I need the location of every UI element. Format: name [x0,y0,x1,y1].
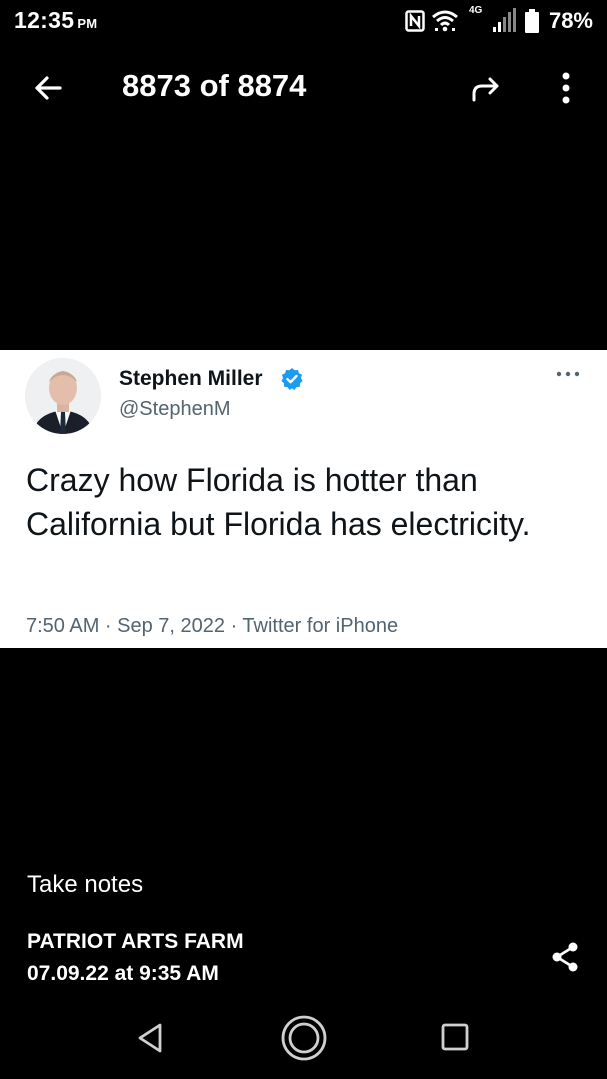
tweet-text: Crazy how Florida is hotter than Califor… [26,462,531,542]
author-handle: @StephenM [119,398,231,420]
more-vertical-icon [562,72,570,104]
tweet-image[interactable]: Stephen Miller @StephenM Crazy how Flori… [0,350,607,648]
avatar [25,358,101,434]
signal-icon: 4G [465,5,519,35]
verified-badge-icon [281,368,303,390]
author-name: Stephen Miller [119,367,263,390]
forward-arrow-icon [472,77,499,102]
nav-home-icon [281,1015,327,1061]
back-arrow-icon [35,76,62,100]
forward-button[interactable] [468,72,504,108]
network-type: 4G [468,5,483,16]
nav-back-icon [138,1023,162,1053]
top-app-bar: 8873 of 8874 [0,58,607,118]
nfc-icon [405,10,425,32]
tweet-meta: 7:50 AM · Sep 7, 2022 · Twitter for iPho… [26,615,399,637]
status-time-value: 12:35 [14,7,75,33]
share-button[interactable] [548,940,582,974]
nav-home-button[interactable] [280,1014,328,1062]
navigation-bar [0,1000,607,1079]
status-bar: 12:35 PM 4G 78% [0,0,607,44]
more-options-button[interactable] [552,70,580,106]
status-time-ampm: PM [77,16,98,31]
message-caption: Take notes [27,871,144,898]
media-counter: 8873 of 8874 [122,68,307,103]
more-horizontal-icon [556,371,580,377]
nav-back-button[interactable] [134,1020,166,1056]
wifi-icon [431,10,458,32]
back-button[interactable] [30,70,66,106]
nav-recents-icon [441,1023,469,1051]
message-timestamp: 07.09.22 at 9:35 AM [27,962,219,985]
nav-recents-button[interactable] [440,1022,470,1052]
status-time: 12:35 PM [14,7,97,34]
battery-percent: 78% [548,8,593,33]
status-icons: 4G 78% [405,5,593,36]
battery-icon [524,9,539,33]
sender-name: PATRIOT ARTS FARM [27,930,244,953]
share-icon [552,942,578,972]
